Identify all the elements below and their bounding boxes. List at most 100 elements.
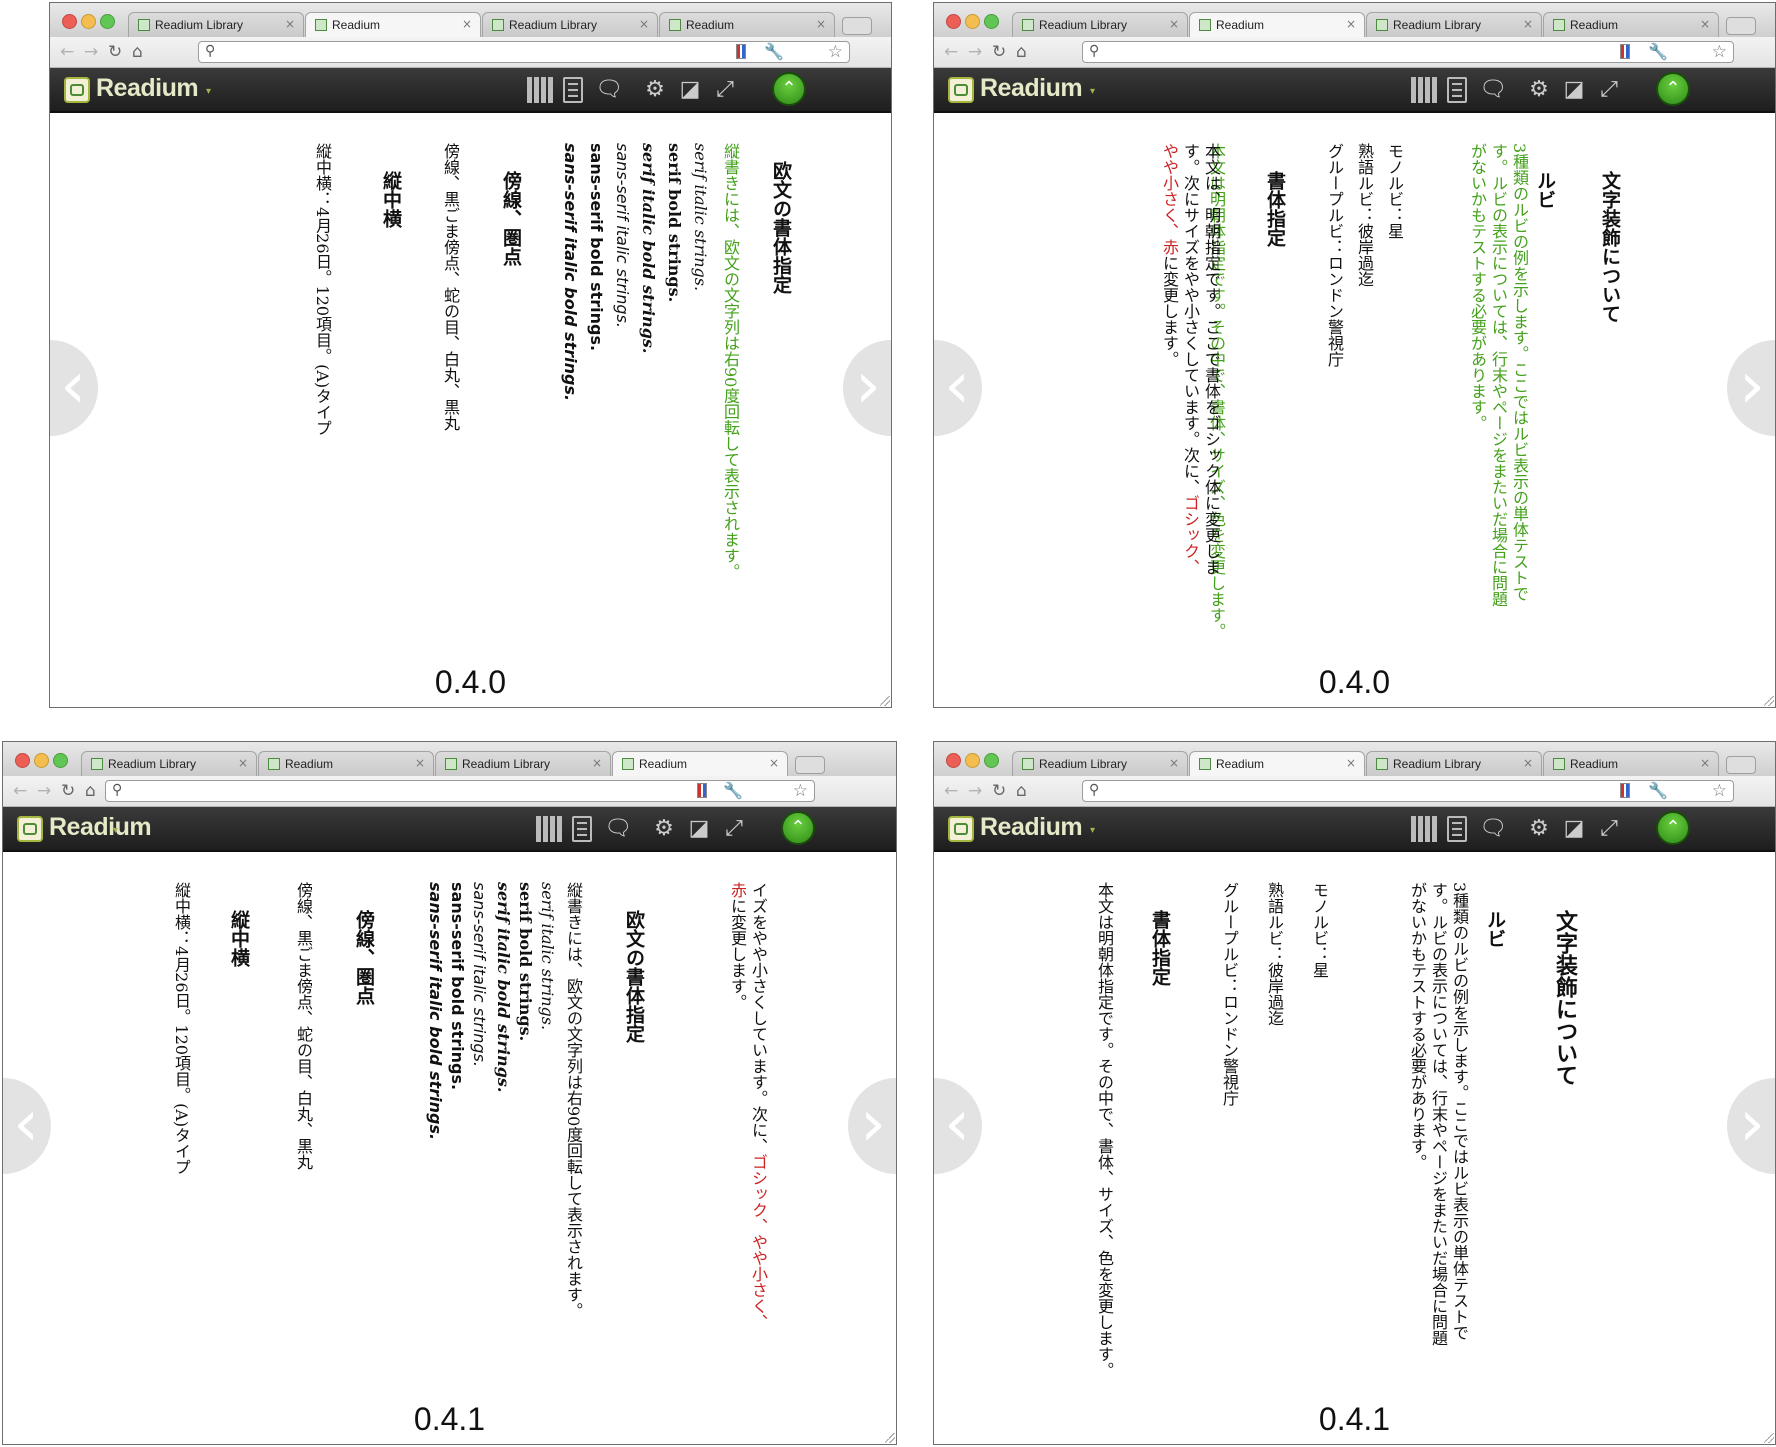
brand-name[interactable]: Readium	[980, 813, 1083, 842]
close-tab-icon[interactable]: ×	[592, 756, 602, 770]
fullscreen-icon[interactable]: ⤢	[1596, 77, 1622, 103]
close-tab-icon[interactable]: ×	[285, 17, 295, 31]
close-tab-icon[interactable]: ×	[639, 17, 649, 31]
close-tab-icon[interactable]: ×	[1346, 17, 1356, 31]
reload-icon[interactable]: ↻	[992, 781, 1006, 801]
address-bar[interactable]: ⚲ ☆	[198, 41, 850, 63]
tab-2[interactable]: Readium ×	[305, 12, 481, 38]
forward-arrow-icon[interactable]: →	[37, 781, 51, 801]
tab-3[interactable]: Readium Library ×	[1366, 751, 1542, 776]
address-bar[interactable]: ⚲ ☆	[1082, 41, 1734, 63]
resize-handle[interactable]	[880, 696, 890, 706]
chevron-left-icon[interactable]: ‹	[3, 1078, 51, 1174]
bookmark-star-icon[interactable]: ☆	[1712, 42, 1727, 62]
text-to-speech-icon[interactable]: 🗨	[595, 77, 623, 103]
resize-handle[interactable]	[1764, 1433, 1774, 1443]
zoom-window-button[interactable]	[984, 753, 999, 768]
new-tab-button[interactable]	[842, 17, 872, 35]
tab-3[interactable]: Readium Library ×	[1366, 12, 1542, 37]
contrast-icon[interactable]: ◪	[1561, 816, 1587, 842]
contrast-icon[interactable]: ◪	[686, 816, 712, 842]
fullscreen-icon[interactable]: ⤢	[1596, 816, 1622, 842]
brand-name[interactable]: Readium	[96, 74, 199, 103]
gear-icon[interactable]: ⚙	[642, 77, 668, 103]
zoom-window-button[interactable]	[984, 14, 999, 29]
close-tab-icon[interactable]: ×	[462, 17, 472, 31]
close-tab-icon[interactable]: ×	[816, 17, 826, 31]
tab-2[interactable]: Readium ×	[258, 751, 434, 776]
extension-icon[interactable]	[1620, 783, 1630, 798]
toc-icon[interactable]	[1447, 77, 1467, 103]
home-icon[interactable]: ⌂	[132, 42, 143, 62]
close-tab-icon[interactable]: ×	[1700, 756, 1710, 770]
library-icon[interactable]	[536, 816, 562, 842]
tab-4[interactable]: Readium ×	[612, 751, 788, 777]
forward-arrow-icon[interactable]: →	[84, 42, 98, 62]
home-icon[interactable]: ⌂	[1016, 781, 1027, 801]
chevron-right-icon[interactable]: ›	[848, 1078, 896, 1174]
zoom-window-button[interactable]	[53, 753, 68, 768]
forward-arrow-icon[interactable]: →	[968, 42, 982, 62]
chevron-right-icon[interactable]: ›	[1727, 1078, 1775, 1174]
fullscreen-icon[interactable]: ⤢	[721, 816, 747, 842]
extension-icon[interactable]	[697, 783, 707, 798]
tab-4[interactable]: Readium ×	[659, 12, 835, 37]
back-arrow-icon[interactable]: ←	[60, 42, 74, 62]
chevron-up-icon[interactable]: ⌃	[1656, 811, 1690, 845]
library-icon[interactable]	[1411, 77, 1437, 103]
new-tab-button[interactable]	[795, 756, 825, 774]
library-icon[interactable]	[1411, 816, 1437, 842]
resize-handle[interactable]	[1764, 696, 1774, 706]
tab-2[interactable]: Readium ×	[1189, 12, 1365, 38]
chevron-left-icon[interactable]: ‹	[50, 340, 98, 436]
extension-icon[interactable]	[1620, 44, 1630, 59]
close-tab-icon[interactable]: ×	[1523, 756, 1533, 770]
minimize-window-button[interactable]	[965, 14, 980, 29]
fullscreen-icon[interactable]: ⤢	[712, 77, 738, 103]
toc-icon[interactable]	[1447, 816, 1467, 842]
new-tab-button[interactable]	[1726, 17, 1756, 35]
close-tab-icon[interactable]: ×	[238, 756, 248, 770]
close-window-button[interactable]	[946, 753, 961, 768]
tab-4[interactable]: Readium ×	[1543, 751, 1719, 776]
address-bar[interactable]: ⚲ ☆	[105, 780, 815, 802]
wrench-icon[interactable]: 🔧	[1648, 781, 1668, 800]
tab-1[interactable]: Readium Library ×	[1012, 751, 1188, 776]
chevron-left-icon[interactable]: ‹	[934, 340, 982, 436]
contrast-icon[interactable]: ◪	[1561, 77, 1587, 103]
chevron-up-icon[interactable]: ⌃	[781, 811, 815, 845]
close-tab-icon[interactable]: ×	[1346, 756, 1356, 770]
extension-icon[interactable]	[736, 44, 746, 59]
text-to-speech-icon[interactable]: 🗨	[1479, 816, 1507, 842]
reload-icon[interactable]: ↻	[61, 781, 75, 801]
library-icon[interactable]	[527, 77, 553, 103]
close-tab-icon[interactable]: ×	[769, 756, 779, 770]
minimize-window-button[interactable]	[965, 753, 980, 768]
contrast-icon[interactable]: ◪	[677, 77, 703, 103]
close-window-button[interactable]	[946, 14, 961, 29]
forward-arrow-icon[interactable]: →	[968, 781, 982, 801]
tab-3[interactable]: Readium Library ×	[435, 751, 611, 776]
back-arrow-icon[interactable]: ←	[944, 781, 958, 801]
back-arrow-icon[interactable]: ←	[13, 781, 27, 801]
tab-3[interactable]: Readium Library ×	[482, 12, 658, 37]
chevron-up-icon[interactable]: ⌃	[772, 72, 806, 106]
chevron-left-icon[interactable]: ‹	[934, 1078, 982, 1174]
new-tab-button[interactable]	[1726, 756, 1756, 774]
tab-1[interactable]: Readium Library ×	[81, 751, 257, 776]
close-tab-icon[interactable]: ×	[1523, 17, 1533, 31]
wrench-icon[interactable]: 🔧	[764, 42, 784, 61]
wrench-icon[interactable]: 🔧	[1648, 42, 1668, 61]
close-tab-icon[interactable]: ×	[1169, 17, 1179, 31]
text-to-speech-icon[interactable]: 🗨	[1479, 77, 1507, 103]
chevron-up-icon[interactable]: ⌃	[1656, 72, 1690, 106]
close-tab-icon[interactable]: ×	[1169, 756, 1179, 770]
bookmark-star-icon[interactable]: ☆	[828, 42, 843, 62]
tab-4[interactable]: Readium ×	[1543, 12, 1719, 37]
close-window-button[interactable]	[62, 14, 77, 29]
back-arrow-icon[interactable]: ←	[944, 42, 958, 62]
tab-1[interactable]: Readium Library ×	[128, 12, 304, 37]
zoom-window-button[interactable]	[100, 14, 115, 29]
gear-icon[interactable]: ⚙	[651, 816, 677, 842]
bookmark-star-icon[interactable]: ☆	[793, 781, 808, 801]
